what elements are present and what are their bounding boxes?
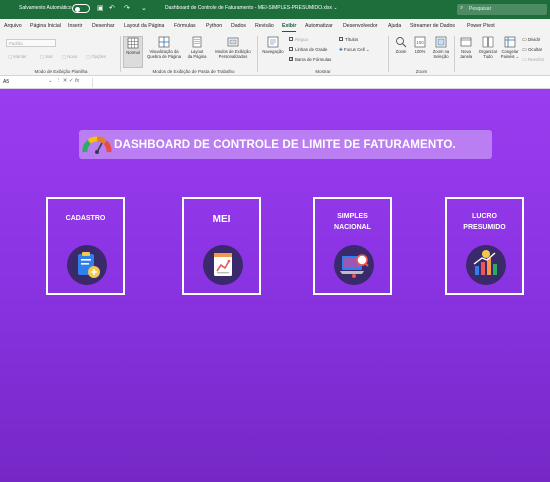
- group-label-zoom: Zoom: [415, 69, 428, 74]
- hide-button[interactable]: ▭ Ocultar: [522, 47, 542, 53]
- navigation-icon: [267, 36, 279, 48]
- ribbon: Padrão ▢ Manter ▢ Sair ▢ Novo ▢ Opções M…: [0, 32, 550, 76]
- redo-icon[interactable]: ↷: [124, 4, 130, 12]
- page-layout-icon: [192, 36, 202, 48]
- group-label-sheet-view: Modo de Exibição Planilha: [34, 69, 88, 74]
- document-chart-icon: [203, 245, 243, 285]
- gridlines-checkbox[interactable]: Linhas de Grade: [289, 47, 327, 52]
- tab-inserir[interactable]: Inserir: [68, 23, 82, 29]
- group-label-workbook-views: Modos de Exibição de Pasta de Trabalho: [152, 69, 235, 74]
- formula-bar-checkbox[interactable]: Barra de Fórmulas: [289, 56, 331, 62]
- autosave-toggle[interactable]: [72, 4, 90, 13]
- autosave-label: Salvamento Automático: [19, 5, 72, 11]
- zoom-button[interactable]: Zoom: [391, 36, 411, 54]
- group-sheet-view: Padrão ▢ Manter ▢ Sair ▢ Novo ▢ Opções M…: [2, 34, 120, 74]
- zoom-selection-button[interactable]: Zoom na Seleção: [429, 36, 453, 59]
- search-placeholder: Pesquisar: [469, 6, 492, 12]
- split-icon: ▭: [522, 37, 527, 43]
- ribbon-tabs: Arquivo Página Inicial Inserir Desenhar …: [0, 19, 550, 32]
- arrange-all-icon: [482, 36, 494, 48]
- arrange-all-button[interactable]: Organizar Tudo: [477, 36, 499, 59]
- hide-icon: ▭: [522, 47, 527, 53]
- new-view-button[interactable]: ▢ Novo: [62, 54, 77, 60]
- undo-icon[interactable]: ↶: [109, 4, 115, 12]
- formula-bar-controls: ⌄ ⋮ ✕ ✓ fx: [48, 78, 80, 84]
- formula-bar: A5 ⌄ ⋮ ✕ ✓ fx: [0, 76, 550, 89]
- fx-icon[interactable]: fx: [75, 78, 79, 84]
- card-label: LUCRO PRESUMIDO: [463, 213, 506, 231]
- formula-input[interactable]: [92, 78, 547, 87]
- focus-cell-button[interactable]: ✚ Focus Cell ⌄: [339, 47, 370, 53]
- keep-button[interactable]: ▢ Manter: [8, 54, 27, 60]
- magnifier-icon: [396, 37, 407, 48]
- svg-text:100: 100: [416, 40, 424, 45]
- sheet-view-dropdown[interactable]: Padrão: [6, 39, 56, 47]
- file-name[interactable]: Dashboard de Controle de Faturamento - M…: [165, 5, 338, 11]
- chart-growth-icon: [466, 245, 506, 285]
- unhide-button[interactable]: ▭ Reexibir: [522, 57, 544, 63]
- tab-exibir[interactable]: Exibir: [282, 23, 297, 32]
- tab-pagina-inicial[interactable]: Página Inicial: [30, 23, 61, 29]
- zoom-selection-icon: [435, 36, 447, 48]
- clipboard-add-icon: [67, 245, 107, 285]
- card-cadastro[interactable]: CADASTRO: [46, 197, 125, 295]
- page-break-preview-button[interactable]: Visualização da Quebra de Página: [146, 36, 182, 59]
- tab-arquivo[interactable]: Arquivo: [4, 23, 22, 29]
- normal-view-icon: [127, 37, 139, 49]
- headings-checkbox[interactable]: Títulos: [339, 37, 358, 42]
- tab-desenhar[interactable]: Desenhar: [92, 23, 115, 29]
- custom-views-button[interactable]: Modos de Exibição Personalizados: [212, 36, 254, 59]
- laptop-search-icon: [334, 245, 374, 285]
- tab-automatizar[interactable]: Automatizar: [305, 23, 333, 29]
- tab-power-pivot[interactable]: Power Pivot: [467, 23, 495, 29]
- group-zoom: Zoom 100 100% Zoom na Seleção Zoom: [389, 34, 454, 74]
- search-box[interactable]: ⌕ Pesquisar: [457, 4, 547, 15]
- tab-python[interactable]: Python: [206, 23, 222, 29]
- card-mei[interactable]: MEI: [182, 197, 261, 295]
- unhide-icon: ▭: [522, 57, 527, 63]
- tab-layout-pagina[interactable]: Layout da Página: [124, 23, 164, 29]
- tab-ajuda[interactable]: Ajuda: [388, 23, 401, 29]
- tab-revisao[interactable]: Revisão: [255, 23, 274, 29]
- card-lucro-presumido[interactable]: LUCRO PRESUMIDO: [445, 197, 524, 295]
- tab-dados[interactable]: Dados: [231, 23, 246, 29]
- exit-button[interactable]: ▢ Sair: [40, 54, 53, 60]
- page-break-icon: [158, 36, 170, 48]
- save-icon[interactable]: ▣: [97, 4, 104, 12]
- ruler-checkbox[interactable]: Régua: [289, 37, 308, 42]
- focus-cell-icon: ✚: [339, 47, 343, 52]
- dashboard-canvas: DASHBOARD DE CONTROLE DE LIMITE DE FATUR…: [0, 89, 550, 482]
- tab-streamer-dados[interactable]: Streamer de Dados: [410, 23, 455, 29]
- tab-formulas[interactable]: Fórmulas: [174, 23, 196, 29]
- custom-views-icon: [227, 37, 239, 47]
- dashboard-title: DASHBOARD DE CONTROLE DE LIMITE DE FATUR…: [114, 138, 456, 151]
- card-label: MEI: [212, 214, 231, 225]
- split-button[interactable]: ▭ Dividir: [522, 37, 540, 43]
- search-icon: ⌕: [460, 5, 464, 11]
- name-box[interactable]: A5: [3, 79, 43, 87]
- options-button[interactable]: ▢ Opções: [86, 54, 106, 60]
- card-label: CADASTRO: [65, 215, 106, 222]
- new-window-button[interactable]: Nova Janela: [456, 36, 476, 59]
- group-label-show: Mostrar: [315, 69, 331, 74]
- group-window: Nova Janela Organizar Tudo Congelar Painéis…: [455, 34, 550, 74]
- new-window-icon: [460, 37, 472, 47]
- freeze-panes-button[interactable]: Congelar Painéis ⌄: [499, 36, 521, 59]
- page-layout-button[interactable]: Layout da Página: [184, 36, 210, 59]
- card-label: SIMPLES NACIONAL: [334, 213, 371, 231]
- zoom-100-icon: 100: [414, 36, 426, 48]
- freeze-panes-icon: [504, 36, 516, 48]
- customize-toolbar-icon[interactable]: ⌄: [141, 4, 147, 12]
- group-workbook-views: Normal Visualização da Quebra de Página L…: [121, 34, 271, 74]
- normal-view-button[interactable]: Normal: [123, 36, 143, 68]
- dashboard-title-banner: DASHBOARD DE CONTROLE DE LIMITE DE FATUR…: [79, 130, 492, 159]
- card-simples-nacional[interactable]: SIMPLES NACIONAL: [313, 197, 392, 295]
- title-bar: Salvamento Automático ▣ ↶ ↷ ⌄ Dashboard …: [0, 0, 550, 19]
- navigation-button[interactable]: Navegação: [259, 36, 287, 54]
- tab-desenvolvedor[interactable]: Desenvolvedor: [343, 23, 378, 29]
- zoom-100-button[interactable]: 100 100%: [411, 36, 429, 54]
- gauge-icon: [82, 136, 112, 154]
- group-show: Navegação Régua Linhas de Grade Barra de…: [258, 34, 388, 74]
